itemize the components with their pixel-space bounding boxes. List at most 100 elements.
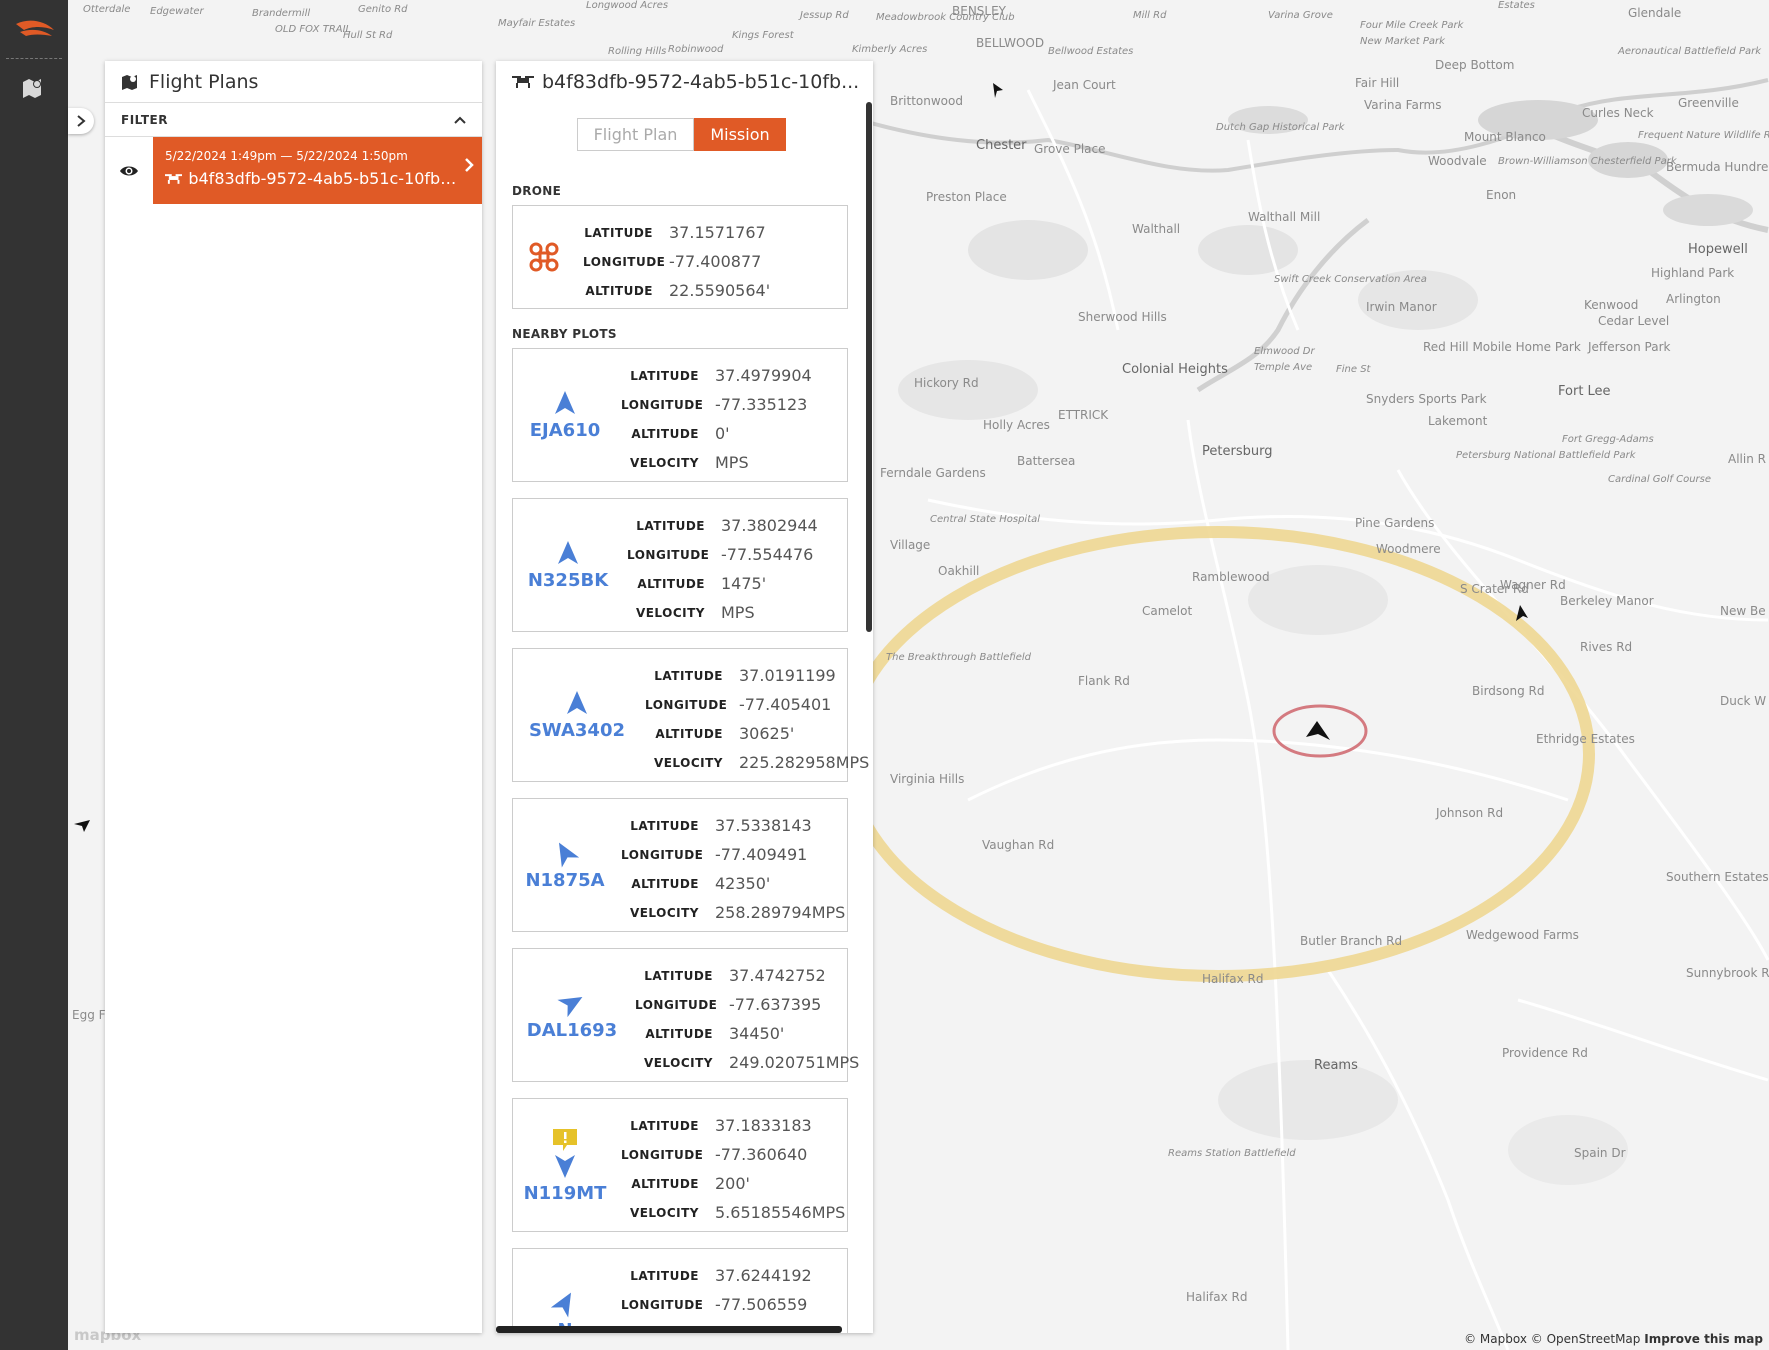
map-label: Oakhill	[938, 564, 980, 578]
plot-altitude: 0'	[715, 424, 730, 443]
tab-flight-plan[interactable]: Flight Plan	[577, 118, 694, 151]
map-label: Kings Forest	[732, 30, 794, 41]
improve-map-link[interactable]: Improve this map	[1644, 1332, 1763, 1346]
field-label: ALTITUDE	[631, 876, 699, 891]
plot-fields: LATITUDE 37.1833183 LONGITUDE -77.360640 ALT…	[621, 1111, 845, 1227]
plot-velocity: MPS	[721, 603, 755, 622]
vertical-scrollbar[interactable]	[866, 102, 872, 632]
map-label: Elmwood Dr	[1254, 346, 1315, 357]
map-label: Holly Acres	[983, 418, 1050, 432]
rail-divider	[6, 58, 62, 59]
flight-plans-title: Flight Plans	[149, 70, 259, 93]
field-label: ALTITUDE	[655, 726, 723, 741]
plot-velocity: 5.65185546MPS	[715, 1203, 846, 1222]
plot-altitude: 200'	[715, 1174, 750, 1193]
expand-panel-button[interactable]	[68, 108, 94, 134]
map-label: OLD FOX TRAIL	[275, 24, 352, 35]
map-label: Jefferson Park	[1588, 340, 1671, 354]
plot-longitude: -77.506559	[715, 1295, 808, 1314]
quadcopter-icon	[529, 242, 559, 272]
field-label: VELOCITY	[643, 1055, 713, 1070]
plot-latitude: 37.1833183	[715, 1116, 812, 1135]
map-label: Halifax Rd	[1202, 972, 1264, 986]
map-label: BELLWOOD	[976, 36, 1045, 50]
flight-plan-id-text: b4f83dfb-9572-4ab5-b51c-10fbe5...	[188, 169, 465, 188]
flight-plan-item[interactable]: 5/22/2024 1:49pm — 5/22/2024 1:50pm b4f8…	[105, 137, 482, 204]
plot-fields: LATITUDE37.6244192LONGITUDE-77.506559ALT…	[621, 1261, 812, 1333]
map-label: S Crater Rd	[1460, 582, 1529, 596]
attribution-text[interactable]: © Mapbox © OpenStreetMap	[1464, 1332, 1640, 1346]
map-label: Cedar Level	[1598, 314, 1670, 328]
field-label: ALTITUDE	[645, 1026, 713, 1041]
map-attribution: © Mapbox © OpenStreetMap Improve this ma…	[1464, 1332, 1763, 1346]
drone-marker	[1306, 721, 1330, 740]
map-label: Battersea	[1017, 454, 1076, 468]
field-label: LATITUDE	[584, 225, 653, 240]
map-label: Aeronautical Battlefield Park	[1618, 46, 1762, 57]
map-label: Duck W	[1720, 694, 1767, 708]
map-label: Butler Branch Rd	[1300, 934, 1403, 948]
map-label: New Be	[1720, 604, 1766, 618]
map-icon[interactable]	[20, 75, 48, 101]
horizontal-scrollbar[interactable]	[496, 1326, 842, 1333]
nearby-plot-card[interactable]: N325BK LATITUDE 37.3802944 LONGITUDE -77.554…	[512, 498, 848, 632]
map-label: Jean Court	[1053, 78, 1116, 92]
plot-icon-col: N325BK	[513, 499, 623, 631]
chevron-right-icon	[465, 158, 474, 172]
map-label: Halifax Rd	[1186, 1290, 1248, 1304]
drone-icon-col	[513, 206, 575, 308]
map-label: Enon	[1486, 188, 1517, 202]
plot-fields: LATITUDE 37.3802944 LONGITUDE -77.554476 ALT…	[627, 511, 818, 627]
map-label: Central State Hospital	[930, 514, 1041, 525]
mission-panel: b4f83dfb-9572-4ab5-b51c-10fb... Flight P…	[496, 61, 873, 1333]
nearby-plot-card[interactable]: NLATITUDE37.6244192LONGITUDE-77.506559AL…	[512, 1248, 848, 1333]
field-label: LATITUDE	[630, 368, 699, 383]
flight-plans-header: Flight Plans	[105, 61, 482, 103]
map-label: Chester	[976, 138, 1027, 153]
field-label: ALTITUDE	[631, 1176, 699, 1191]
aircraft-arrow-icon	[559, 842, 580, 868]
eye-icon	[120, 166, 138, 175]
map-label: Woodvale	[1428, 154, 1487, 168]
map-label: Rives Rd	[1580, 640, 1633, 654]
filter-toggle[interactable]: FILTER	[105, 103, 482, 137]
tab-mission[interactable]: Mission	[694, 118, 786, 151]
field-label: VELOCITY	[629, 905, 699, 920]
brand-logo[interactable]	[10, 14, 58, 44]
map-label: Camelot	[1142, 604, 1193, 618]
map-label: Red Hill Mobile Home Park	[1423, 340, 1581, 354]
visibility-toggle[interactable]	[105, 137, 153, 204]
plot-longitude: -77.637395	[729, 995, 822, 1014]
nearby-plot-card[interactable]: N1875A LATITUDE 37.5338143 LONGITUDE -77.409…	[512, 798, 848, 932]
field-label: LONGITUDE	[621, 1297, 704, 1312]
field-label: LONGITUDE	[621, 1147, 704, 1162]
field-label: VELOCITY	[635, 605, 705, 620]
map-label: Swift Creek Conservation Area	[1274, 274, 1427, 285]
filter-label: FILTER	[121, 112, 168, 127]
map-label: Southern Estates	[1666, 870, 1769, 884]
plot-velocity: 258.289794MPS	[715, 903, 846, 922]
nearby-plot-card[interactable]: SWA3402 LATITUDE 37.0191199 LONGITUDE -77.40…	[512, 648, 869, 782]
plot-altitude: 42350'	[715, 874, 771, 893]
nearby-plot-card[interactable]: DAL1693 LATITUDE 37.4742752 LONGITUDE -77.63…	[512, 948, 859, 1082]
flight-plan-details[interactable]: 5/22/2024 1:49pm — 5/22/2024 1:50pm b4f8…	[153, 137, 482, 204]
nearby-plot-card[interactable]: N119MT LATITUDE 37.1833183 LONGITUDE -77.360…	[512, 1098, 848, 1232]
map-label: Irwin Manor	[1366, 300, 1437, 314]
plot-icon-col: N	[513, 1249, 617, 1333]
map-label: BENSLEY	[952, 4, 1007, 18]
aircraft-marker[interactable]	[72, 818, 92, 834]
map-label: Colonial Heights	[1122, 362, 1228, 377]
nearby-plots-label: NEARBY PLOTS	[512, 327, 617, 341]
nearby-plot-card[interactable]: EJA610 LATITUDE 37.4979904 LONGITUDE -77.335…	[512, 348, 848, 482]
plot-icon-col: SWA3402	[513, 649, 641, 781]
plot-velocity: MPS	[715, 453, 749, 472]
map-label: Sunnybrook Rd	[1686, 966, 1769, 980]
field-label: ALTITUDE	[631, 426, 699, 441]
plot-callsign: N1875A	[525, 869, 605, 891]
map-label: Brown-Williamson Chesterfield Park	[1498, 156, 1677, 167]
map-label: Bellwood Estates	[1048, 46, 1134, 57]
map-label: Hopewell	[1688, 242, 1748, 257]
map-label: Frequent Nature Wildlife Refuge	[1638, 130, 1769, 141]
mission-tabs: Flight Plan Mission	[577, 118, 786, 151]
mission-header: b4f83dfb-9572-4ab5-b51c-10fb...	[496, 61, 873, 103]
